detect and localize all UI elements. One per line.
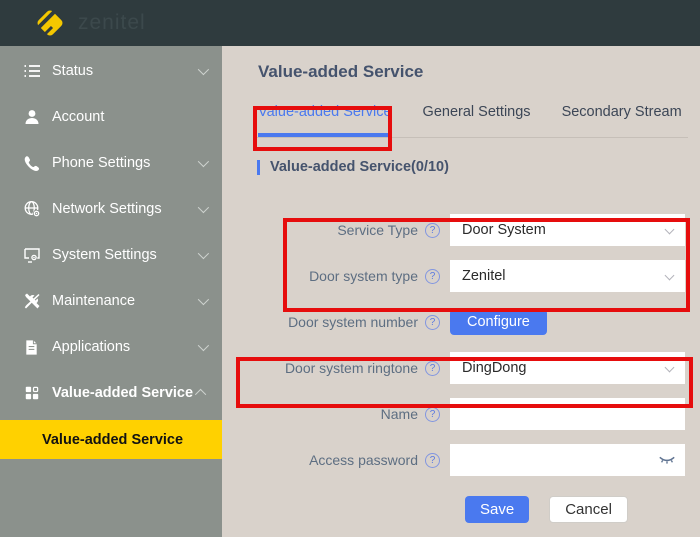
- sidebar-item-label: Network Settings: [52, 201, 198, 217]
- chevron-down-icon: [198, 340, 209, 351]
- tab-divider: [255, 137, 688, 138]
- door-system-ringtone-label: Door system ringtone: [285, 360, 418, 376]
- chevron-down-icon: [665, 363, 675, 373]
- chevron-down-icon: [198, 64, 209, 75]
- save-button[interactable]: Save: [465, 496, 529, 523]
- user-icon: [22, 108, 41, 127]
- tab-general-settings[interactable]: General Settings: [423, 104, 531, 137]
- help-icon[interactable]: ?: [425, 361, 440, 376]
- section-header: Value-added Service(0/10): [257, 159, 700, 175]
- access-password-row: Access password ?: [222, 444, 700, 476]
- form-actions: Save Cancel: [465, 496, 700, 523]
- door-system-number-label: Door system number: [288, 314, 418, 330]
- door-system-type-row: Door system type ? Zenitel: [222, 260, 700, 292]
- tools-icon: [22, 292, 41, 311]
- chevron-down-icon: [198, 294, 209, 305]
- tab-value-added-service[interactable]: Value-added Service: [258, 104, 392, 137]
- sidebar-item-label: Phone Settings: [52, 155, 198, 171]
- sidebar-subitem-value-added-service[interactable]: Value-added Service: [0, 420, 222, 459]
- sidebar-item-status[interactable]: Status: [0, 48, 222, 94]
- globe-gear-icon: [22, 200, 41, 219]
- sidebar-item-maintenance[interactable]: Maintenance: [0, 278, 222, 324]
- door-system-ringtone-select[interactable]: DingDong: [450, 352, 685, 384]
- help-icon[interactable]: ?: [425, 269, 440, 284]
- sidebar-item-label: Status: [52, 63, 198, 79]
- chevron-down-icon: [665, 271, 675, 281]
- topbar: zenitel: [0, 0, 700, 46]
- sidebar-item-label: Value-added Service: [52, 385, 198, 401]
- name-row: Name ?: [222, 398, 700, 430]
- zenitel-logo: [32, 5, 68, 41]
- name-label: Name: [381, 406, 418, 422]
- grid-icon: [22, 384, 41, 403]
- sidebar-item-applications[interactable]: Applications: [0, 324, 222, 370]
- chevron-down-icon: [198, 202, 209, 213]
- service-type-select[interactable]: Door System: [450, 214, 685, 246]
- sidebar-item-system-settings[interactable]: System Settings: [0, 232, 222, 278]
- sidebar-item-label: Applications: [52, 339, 198, 355]
- access-password-label: Access password: [309, 452, 418, 468]
- chevron-down-icon: [665, 225, 675, 235]
- sidebar-item-label: Maintenance: [52, 293, 198, 309]
- monitor-gear-icon: [22, 246, 41, 265]
- sidebar-item-network-settings[interactable]: Network Settings: [0, 186, 222, 232]
- name-input[interactable]: [450, 398, 685, 430]
- main-content: Value-added Service Value-added Service …: [222, 46, 700, 537]
- help-icon[interactable]: ?: [425, 315, 440, 330]
- door-system-type-label: Door system type: [309, 268, 418, 284]
- section-title: Value-added Service(0/10): [270, 159, 449, 175]
- sidebar-item-value-added-service[interactable]: Value-added Service: [0, 370, 222, 416]
- help-icon[interactable]: ?: [425, 407, 440, 422]
- phone-icon: [22, 154, 41, 173]
- chevron-down-icon: [198, 156, 209, 167]
- access-password-input[interactable]: [450, 444, 685, 476]
- service-type-row: Service Type ? Door System: [222, 214, 700, 246]
- section-accent-bar: [257, 160, 260, 175]
- sidebar: Status Account Phone Settings Network Se…: [0, 46, 222, 537]
- sidebar-item-label: System Settings: [52, 247, 198, 263]
- tab-bar: Value-added Service General Settings Sec…: [258, 104, 700, 137]
- help-icon[interactable]: ?: [425, 453, 440, 468]
- status-list-icon: [22, 62, 41, 81]
- document-icon: [22, 338, 41, 357]
- page-title: Value-added Service: [258, 62, 700, 82]
- password-visibility-toggle-icon[interactable]: [658, 452, 676, 468]
- door-system-number-row: Door system number ? Configure: [222, 306, 700, 338]
- help-icon[interactable]: ?: [425, 223, 440, 238]
- sidebar-item-account[interactable]: Account: [0, 94, 222, 140]
- value-added-service-form: Service Type ? Door System Door system t…: [222, 214, 700, 523]
- configure-button[interactable]: Configure: [450, 309, 547, 335]
- cancel-button[interactable]: Cancel: [549, 496, 628, 523]
- chevron-down-icon: [198, 248, 209, 259]
- tab-secondary-stream[interactable]: Secondary Stream: [562, 104, 682, 137]
- door-system-type-select[interactable]: Zenitel: [450, 260, 685, 292]
- door-system-ringtone-row: Door system ringtone ? DingDong: [222, 352, 700, 384]
- sidebar-item-label: Account: [52, 109, 198, 125]
- service-type-label: Service Type: [337, 222, 418, 238]
- brand-name: zenitel: [78, 11, 146, 35]
- sidebar-subitem-label: Value-added Service: [42, 432, 183, 448]
- sidebar-item-phone-settings[interactable]: Phone Settings: [0, 140, 222, 186]
